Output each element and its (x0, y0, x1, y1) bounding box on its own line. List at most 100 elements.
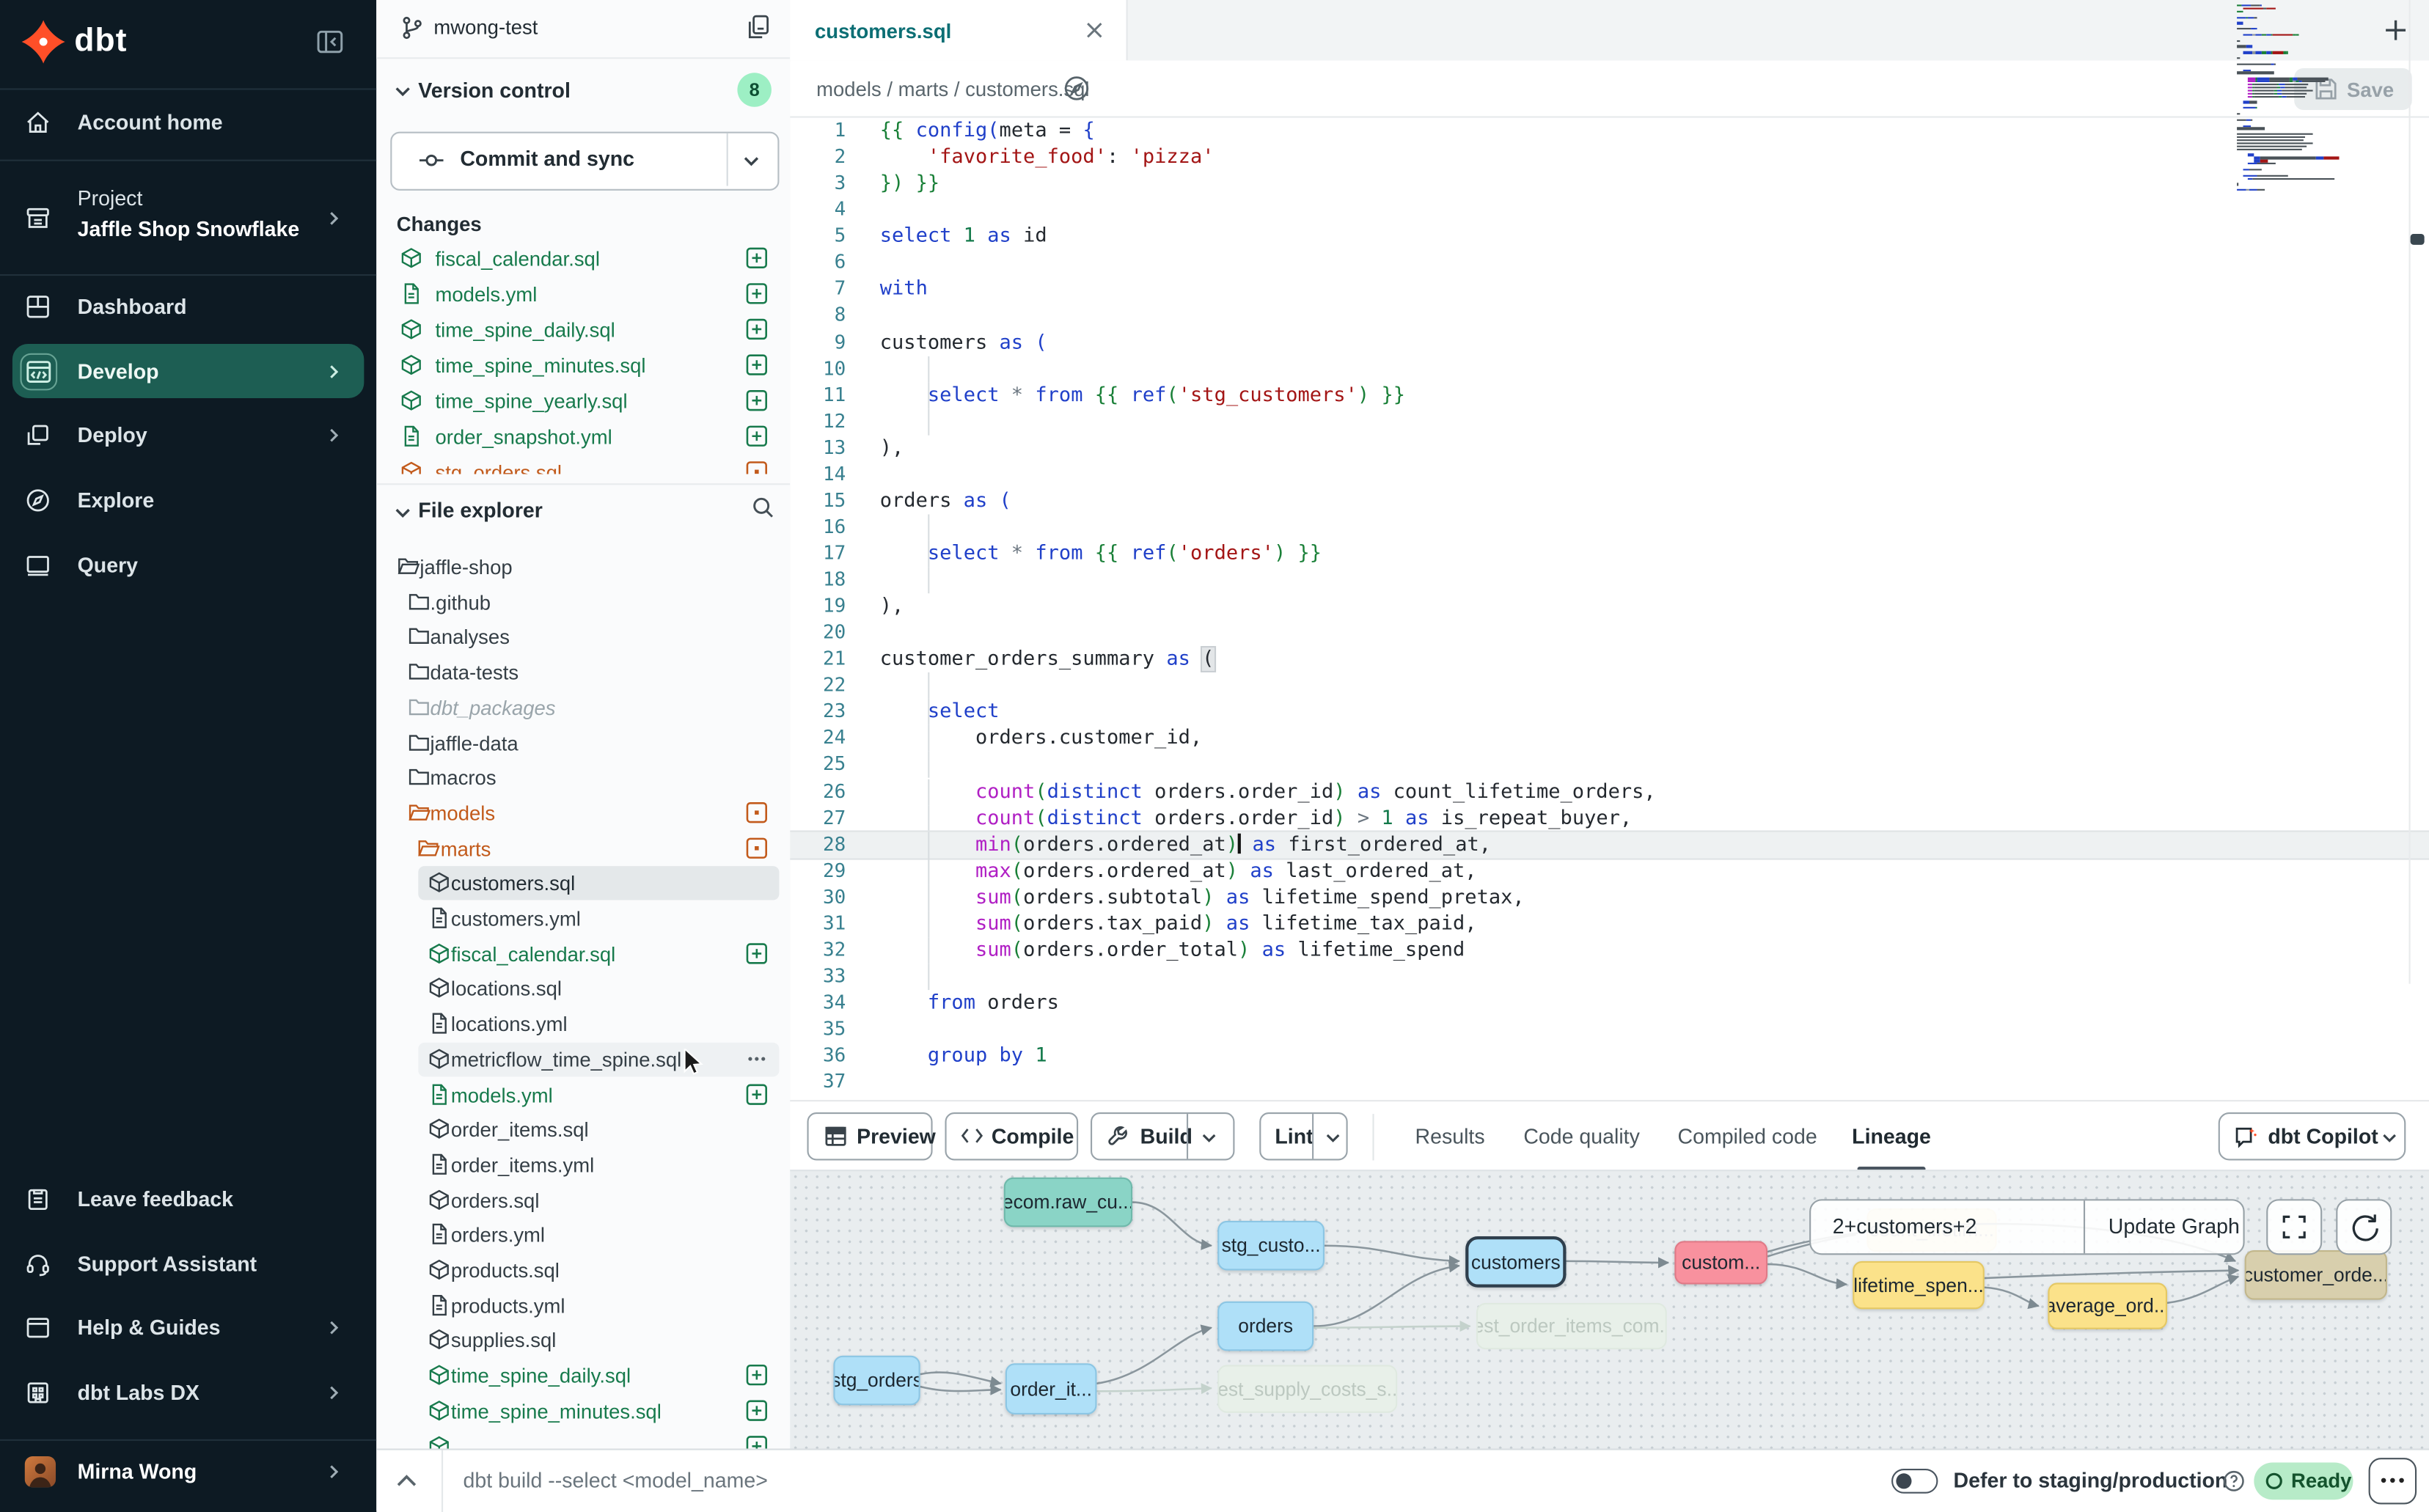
code-line-20[interactable]: 20 (790, 620, 2429, 646)
tree-item--github[interactable]: .github (376, 585, 790, 619)
tree-item-macros[interactable]: macros (376, 761, 790, 795)
code-line-11[interactable]: 11 select * from {{ ref('stg_customers')… (790, 382, 2429, 408)
code-line-28[interactable]: 28 min(orders.ordered_at) as first_order… (790, 830, 2429, 859)
code-line-3[interactable]: 3}) }} (790, 171, 2429, 197)
lineage-node-average-ord-[interactable]: average_ord... (2048, 1282, 2167, 1329)
tree-item-order-items-yml[interactable]: order_items.yml (376, 1148, 790, 1181)
question-info-icon[interactable] (2223, 1470, 2245, 1492)
code-line-15[interactable]: 15orders as ( (790, 488, 2429, 514)
lineage-node-lifetime-spen-[interactable]: lifetime_spen... (1853, 1261, 1985, 1309)
code-line-24[interactable]: 24 orders.customer_id, (790, 726, 2429, 752)
code-line-29[interactable]: 29 max(orders.ordered_at) as last_ordere… (790, 858, 2429, 884)
tree-item-jaffle-data[interactable]: jaffle-data (376, 726, 790, 760)
code-line-31[interactable]: 31 sum(orders.tax_paid) as lifetime_tax_… (790, 911, 2429, 937)
modified-dot-icon[interactable] (745, 836, 769, 859)
code-line-25[interactable]: 25 (790, 752, 2429, 779)
lineage-node-ecom-raw-cu-[interactable]: ecom.raw_cu... (1004, 1178, 1132, 1227)
code-line-7[interactable]: 7with (790, 276, 2429, 303)
sidebar-item-help-guides[interactable]: Help & Guides (0, 1302, 376, 1354)
tree-item-metricflow-time-spine-sql[interactable]: metricflow_time_spine.sql (376, 1042, 790, 1076)
lint-button[interactable]: Lint (1259, 1112, 1347, 1160)
tree-item-customers-yml[interactable]: customers.yml (376, 902, 790, 936)
code-line-1[interactable]: 1{{ config(meta = { (790, 118, 2429, 144)
sidebar-item-explore[interactable]: Explore (0, 474, 376, 527)
code-line-19[interactable]: 19), (790, 593, 2429, 620)
tree-item-supplies-sql[interactable]: supplies.sql (376, 1324, 790, 1357)
stage-plus-icon[interactable] (745, 1363, 769, 1387)
defer-toggle[interactable] (1891, 1469, 1938, 1494)
sidebar-item-dbt-labs-dx[interactable]: dbt Labs DX (0, 1367, 376, 1420)
sidebar-item-project[interactable]: ProjectJaffle Shop Snowflake (0, 174, 376, 264)
tree-item-locations-yml[interactable]: locations.yml (376, 1008, 790, 1041)
tree-item-fiscal-calendar-sql[interactable]: fiscal_calendar.sql (376, 937, 790, 971)
tree-item-analyses[interactable]: analyses (376, 620, 790, 654)
code-line-9[interactable]: 9customers as ( (790, 329, 2429, 356)
code-line-8[interactable]: 8 (790, 303, 2429, 329)
lineage-search-input[interactable]: 2+customers+2 (1833, 1214, 1977, 1238)
lineage-node-custom-[interactable]: custom... (1674, 1241, 1767, 1284)
code-line-5[interactable]: 5select 1 as id (790, 224, 2429, 250)
stage-plus-icon[interactable] (745, 942, 769, 965)
lineage-node-stg-custo-[interactable]: stg_custo... (1217, 1221, 1325, 1271)
lineage-node-customers[interactable]: customers (1465, 1236, 1566, 1288)
tree-item-orders-sql[interactable]: orders.sql (376, 1183, 790, 1216)
code-line-26[interactable]: 26 count(distinct orders.order_id) as co… (790, 779, 2429, 805)
code-line-37[interactable]: 37 (790, 1069, 2429, 1096)
stage-plus-icon[interactable] (745, 1398, 769, 1422)
tree-item-time-spine-minutes-sql[interactable]: time_spine_minutes.sql (376, 1394, 790, 1428)
build-button[interactable]: Build (1091, 1112, 1234, 1160)
scrollbar-thumb[interactable] (2411, 234, 2425, 245)
sidebar-item-dashboard[interactable]: Dashboard (0, 280, 376, 333)
code-line-22[interactable]: 22 (790, 673, 2429, 700)
code-line-23[interactable]: 23 select (790, 700, 2429, 726)
tree-item-models[interactable]: models (376, 796, 790, 830)
sidebar-item-develop[interactable]: Develop (0, 344, 376, 398)
preview-button[interactable]: Preview (807, 1112, 932, 1160)
code-line-17[interactable]: 17 select * from {{ ref('orders') }} (790, 540, 2429, 567)
stage-plus-icon[interactable] (745, 1082, 769, 1106)
code-line-32[interactable]: 32 sum(orders.order_total) as lifetime_s… (790, 937, 2429, 964)
lineage-node-stg-orders[interactable]: stg_orders (833, 1356, 920, 1406)
sidebar-item-support-assistant[interactable]: Support Assistant (0, 1238, 376, 1291)
stage-plus-icon[interactable] (745, 1434, 769, 1448)
tree-item-locations-sql[interactable]: locations.sql (376, 972, 790, 1006)
fullscreen-button[interactable] (2266, 1199, 2322, 1255)
code-line-30[interactable]: 30 sum(orders.subtotal) as lifetime_spen… (790, 884, 2429, 911)
command-input[interactable]: dbt build --select <model_name> (464, 1469, 768, 1492)
code-line-21[interactable]: 21customer_orders_summary as ( (790, 646, 2429, 672)
compile-button[interactable]: Compile (945, 1112, 1078, 1160)
user-menu[interactable]: Mirna Wong (0, 1444, 376, 1500)
close-icon[interactable] (1085, 20, 1104, 40)
code-line-33[interactable]: 33 (790, 964, 2429, 990)
code-line-16[interactable]: 16 (790, 514, 2429, 540)
tab-lineage[interactable]: Lineage (1850, 1101, 1933, 1171)
tree-item-models-yml[interactable]: models.yml (376, 1077, 790, 1111)
code-line-13[interactable]: 13), (790, 435, 2429, 461)
minimap[interactable] (2237, 4, 2407, 192)
lineage-node-test-supply-costs-s-[interactable]: test_supply_costs_s... (1217, 1365, 1397, 1412)
lineage-node-order-it-[interactable]: order_it... (1005, 1363, 1097, 1414)
code-line-27[interactable]: 27 count(distinct orders.order_id) > 1 a… (790, 805, 2429, 832)
lineage-node-orders[interactable]: orders (1217, 1302, 1314, 1351)
more-options-button[interactable] (2369, 1458, 2417, 1504)
code-line-10[interactable]: 10 (790, 356, 2429, 382)
code-line-34[interactable]: 34 from orders (790, 990, 2429, 1016)
tab-customers-sql[interactable]: customers.sql (790, 0, 1127, 60)
lint-options-chevron[interactable] (1325, 1129, 1341, 1146)
modified-dot-icon[interactable] (745, 801, 769, 824)
tree-item-dbt-packages[interactable]: dbt_packages (376, 691, 790, 724)
tree-item-partial[interactable] (376, 1429, 790, 1448)
kebab-menu-icon[interactable] (745, 1047, 769, 1071)
code-line-6[interactable]: 6 (790, 250, 2429, 276)
sidebar-item-query[interactable]: Query (0, 539, 376, 592)
code-line-14[interactable]: 14 (790, 461, 2429, 488)
tree-item-data-tests[interactable]: data-tests (376, 656, 790, 689)
code-line-36[interactable]: 36 group by 1 (790, 1043, 2429, 1069)
code-line-2[interactable]: 2 'favorite_food': 'pizza' (790, 144, 2429, 171)
compass-docs-icon[interactable] (1063, 74, 1091, 102)
tree-item-time-spine-daily-sql[interactable]: time_spine_daily.sql (376, 1359, 790, 1392)
code-line-4[interactable]: 4 (790, 197, 2429, 224)
tree-item-products-yml[interactable]: products.yml (376, 1288, 790, 1322)
dbt-copilot-button[interactable]: dbt Copilot (2219, 1112, 2406, 1160)
tree-item-order-items-sql[interactable]: order_items.sql (376, 1112, 790, 1146)
